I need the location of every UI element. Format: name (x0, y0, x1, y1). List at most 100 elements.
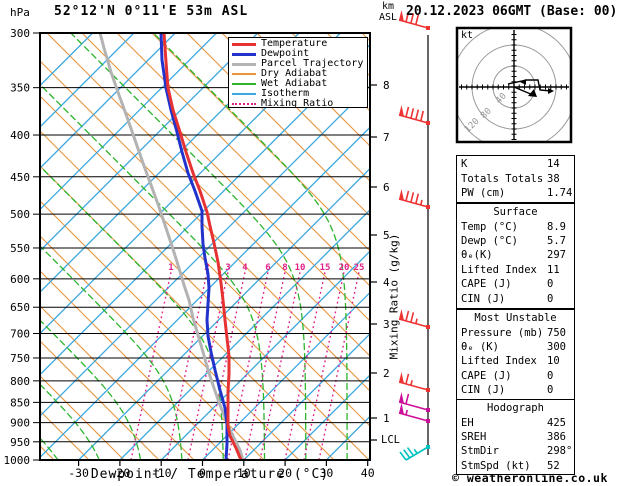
table-row: Totals Totals 38 (457, 171, 574, 185)
barb-full (403, 449, 411, 459)
stat-label: CIN (J) (461, 384, 506, 397)
barb-pennant (399, 105, 404, 117)
stats-section-header: Hodograph (457, 401, 574, 415)
stats-box: Surface Temp (°C) 8.9 Dewp (°C) 5.7 θₑ(K) 297 L… (456, 203, 575, 309)
mixing-ratio-line (284, 271, 326, 460)
pressure-tick-label: 700 (10, 328, 30, 341)
stat-value: 10 (547, 355, 560, 368)
stat-value: 1.74 (547, 186, 573, 199)
mixing-ratio-value-label: 1 (168, 263, 173, 273)
pressure-tick-label: 1000 (4, 454, 31, 467)
barb-stem (398, 318, 429, 328)
stat-value: 386 (547, 430, 566, 443)
stats-box: K 14 Totals Totals 38 PW (cm) 1.74 (456, 155, 575, 203)
table-row: K 14 (457, 157, 574, 171)
barb-full (405, 373, 410, 385)
stat-label: Lifted Index (461, 263, 537, 276)
stat-label: PW (cm) (461, 186, 506, 199)
pressure-tick-label: 750 (10, 352, 30, 365)
stats-box: Hodograph EH 425 SREH 386 StmDir 298° StmSpd (k… (456, 399, 575, 475)
stat-label: StmDir (461, 445, 499, 458)
barb-half (410, 380, 413, 386)
stat-value: 0 (547, 292, 554, 305)
stat-value: 0 (547, 369, 554, 382)
barb-half (413, 448, 418, 454)
barb-half (405, 409, 408, 416)
mixing-ratio-value-label: 4 (242, 263, 248, 273)
mixing-ratio-value-label: 15 (320, 263, 331, 273)
legend-swatch (232, 103, 256, 105)
hodograph-ring-label: 120 (463, 117, 482, 136)
stat-value: 8.9 (547, 220, 566, 233)
barb-pennant (399, 10, 404, 22)
pressure-tick-label: 650 (10, 301, 30, 314)
pressure-tick-label: 600 (10, 273, 30, 286)
stat-label: StmSpd (kt) (461, 459, 531, 472)
temperature-axis-label: Dewpoint / Temperature (°C) (90, 467, 330, 482)
barb-full (406, 447, 415, 457)
legend-swatch (232, 93, 256, 95)
hodograph-ring-label: 40 (494, 91, 509, 106)
mixing-ratio-line (318, 271, 360, 460)
mixing-ratio-value-label: 6 (265, 263, 270, 273)
wind-barb (398, 372, 430, 392)
stats-header-label: Surface (493, 206, 538, 219)
legend-item: Mixing Ratio (232, 99, 367, 109)
table-row: CIN (J) 0 (457, 291, 574, 305)
table-row: Dewp (°C) 5.7 (457, 234, 574, 248)
km-tick-label: 1 (383, 412, 390, 425)
barb-full (415, 109, 420, 120)
table-row: EH 425 (457, 415, 574, 429)
barb-pennant (399, 403, 404, 415)
wind-barb (398, 105, 430, 125)
pressure-unit-label: hPa (10, 6, 30, 19)
pressure-tick-label: 350 (10, 82, 30, 95)
mixing-ratio-value-label: 3 (225, 263, 230, 273)
table-row: CAPE (J) 0 (457, 277, 574, 291)
barb-station-dot (426, 121, 430, 125)
wind-barb (398, 189, 430, 209)
pressure-tick-label: 500 (10, 208, 30, 221)
barb-full (405, 106, 410, 118)
stats-header-label: Most Unstable (474, 312, 557, 325)
stat-value: 0 (547, 384, 554, 397)
barb-station-dot (426, 408, 430, 412)
mixing-ratio-line (130, 271, 172, 460)
pressure-tick-label: 300 (10, 27, 30, 40)
barb-full (399, 451, 407, 461)
table-row: CAPE (J) 0 (457, 369, 574, 383)
wind-barb (398, 392, 430, 412)
mixing-ratio-value-label: 10 (295, 263, 306, 273)
km-asl-axis-label: km ASL (379, 1, 398, 23)
barb-station-dot (426, 419, 430, 423)
table-row: Pressure (mb) 750 (457, 325, 574, 339)
stat-value: 52 (547, 459, 560, 472)
barb-full (415, 193, 420, 204)
pressure-tick-label: 550 (10, 242, 30, 255)
legend-swatch (232, 42, 256, 46)
barb-station-dot (426, 325, 430, 329)
table-row: SREH 386 (457, 430, 574, 444)
barb-full (405, 310, 410, 322)
stat-label: θₑ (K) (461, 340, 499, 353)
stat-value: 750 (547, 326, 566, 339)
table-row: Lifted Index 11 (457, 263, 574, 277)
stats-section-header: Surface (457, 205, 574, 219)
legend: Temperature Dewpoint Parcel Trajectory Dry … (228, 37, 368, 109)
pressure-tick-label: 850 (10, 396, 30, 409)
stats-box: Most Unstable Pressure (mb) 750 θₑ (K) 300 Li… (456, 309, 575, 400)
barb-full (410, 108, 415, 119)
stat-value: 0 (547, 278, 554, 291)
legend-swatch (232, 73, 256, 75)
stat-label: CAPE (J) (461, 369, 512, 382)
barb-station-dot (426, 26, 430, 30)
wind-barb (399, 445, 430, 461)
km-tick-label: 7 (383, 131, 390, 144)
stat-value: 297 (547, 249, 566, 262)
stat-label: CAPE (J) (461, 278, 512, 291)
table-row: StmSpd (kt) 52 (457, 459, 574, 473)
skewt-sounding-page: 1 2 3 4 6 8 10 15 20 25 300 350 400 450 500 550 600 650 70… (0, 0, 629, 486)
barb-full (410, 192, 415, 203)
barb-half (415, 318, 418, 324)
barb-stem (398, 381, 429, 391)
